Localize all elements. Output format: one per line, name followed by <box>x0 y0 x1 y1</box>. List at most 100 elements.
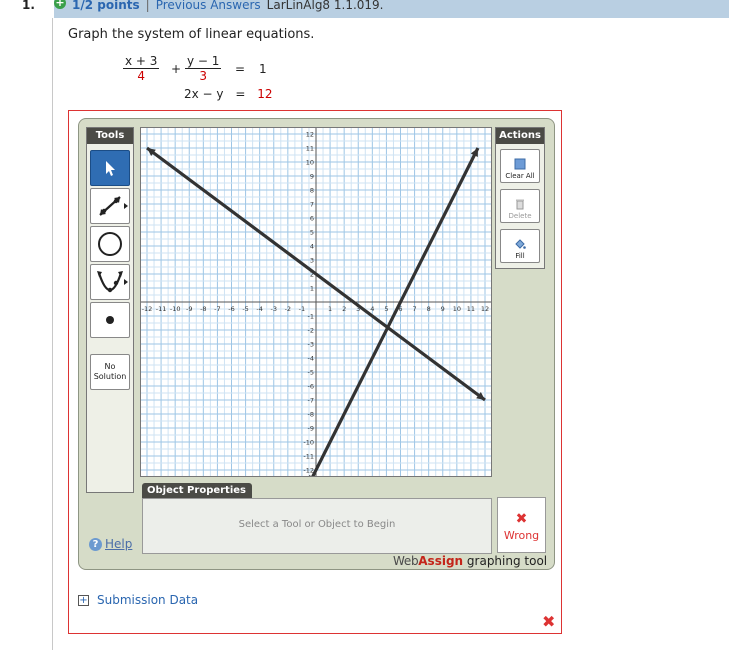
result-text: Wrong <box>503 529 540 542</box>
question-prompt: Graph the system of linear equations. <box>68 27 315 42</box>
pointer-icon <box>106 161 115 176</box>
x-tick-label: -12 <box>142 305 153 313</box>
pointer-tool-button[interactable] <box>90 150 130 186</box>
fraction-1-denominator: 4 <box>137 69 146 83</box>
point-tool-button[interactable] <box>90 302 130 338</box>
submission-data-link[interactable]: Submission Data <box>97 593 198 607</box>
x-tick-label: 11 <box>467 305 475 313</box>
expand-box-icon[interactable]: + <box>78 594 89 606</box>
y-tick-label: -11 <box>303 453 314 461</box>
y-tick-label: 5 <box>310 229 314 237</box>
clear-all-button[interactable]: Clear All <box>500 149 540 183</box>
parabola-icon <box>97 271 123 293</box>
fraction-1-numerator: x + 3 <box>123 54 160 69</box>
fraction-2: y − 1 3 <box>185 54 222 83</box>
x-tick-label: -3 <box>271 305 277 313</box>
x-tick-label: -6 <box>228 305 234 313</box>
y-tick-label: 4 <box>310 243 314 251</box>
y-tick-label: -12 <box>303 467 314 475</box>
x-tick-label: -11 <box>156 305 167 313</box>
fill-button[interactable]: Fill <box>500 229 540 263</box>
x-tick-label: 2 <box>342 305 346 313</box>
y-tick-label: -5 <box>308 369 314 377</box>
wrong-icon: ✖ <box>515 511 528 527</box>
x-tick-label: -4 <box>256 305 262 313</box>
question-number: 1. <box>0 0 54 18</box>
y-tick-label: 1 <box>310 285 314 293</box>
object-properties-tab: Object Properties <box>142 483 252 499</box>
delete-label: Delete <box>508 212 532 220</box>
y-tick-label: -10 <box>303 439 314 447</box>
x-tick-label: -2 <box>285 305 291 313</box>
points-label: 1/2 points <box>72 0 140 12</box>
y-tick-label: 3 <box>310 257 314 265</box>
parabola-tool-button[interactable] <box>90 264 130 300</box>
fill-label: Fill <box>515 252 525 260</box>
paint-bucket-icon <box>515 239 526 249</box>
brand-graphing-tool: graphing tool <box>463 554 548 568</box>
trash-icon <box>516 199 524 210</box>
equation-2: 2x − y = 12 <box>184 87 273 101</box>
x-tick-label: -1 <box>299 305 305 313</box>
submission-data-row[interactable]: + Submission Data <box>78 593 198 607</box>
x-tick-label: -9 <box>186 305 192 313</box>
x-tick-label: 8 <box>427 305 431 313</box>
actions-title: Actions <box>496 128 544 144</box>
y-tick-label: -3 <box>308 341 314 349</box>
y-tick-label: 6 <box>310 215 314 223</box>
y-tick-label: 9 <box>310 173 314 181</box>
equation-2-rhs: 12 <box>257 87 273 101</box>
expand-icon[interactable]: + <box>54 0 66 9</box>
y-tick-label: -6 <box>308 383 314 391</box>
clear-all-icon <box>514 158 526 170</box>
y-tick-label: -2 <box>308 327 314 335</box>
equation-1-rhs: 1 <box>259 62 267 76</box>
object-properties-panel: Select a Tool or Object to Begin <box>142 498 492 554</box>
fraction-2-denominator: 3 <box>199 69 208 83</box>
incorrect-mark-icon: ✖ <box>542 612 556 631</box>
tools-title: Tools <box>87 128 133 144</box>
previous-answers-link[interactable]: Previous Answers <box>156 0 261 11</box>
x-tick-label: 7 <box>413 305 417 313</box>
y-tick-label: 7 <box>310 201 314 209</box>
line-tool-button[interactable] <box>90 188 130 224</box>
fraction-1: x + 3 4 <box>123 54 160 83</box>
circle-icon <box>98 232 122 256</box>
question-id: LarLinAlg8 1.1.019. <box>266 0 384 12</box>
x-tick-label: 5 <box>384 305 388 313</box>
plus-sign: + <box>171 62 182 76</box>
parabola-options-icon <box>124 279 128 285</box>
y-tick-label: -7 <box>308 397 314 405</box>
webassign-brand: WebAssign graphing tool <box>393 554 547 568</box>
help-link-row[interactable]: ? Help <box>89 537 132 551</box>
point-icon <box>106 316 114 324</box>
clear-all-label: Clear All <box>505 172 535 180</box>
separator: | <box>145 0 150 12</box>
equals-sign: = <box>235 62 246 76</box>
x-tick-label: 10 <box>453 305 461 313</box>
y-tick-label: 12 <box>306 131 314 139</box>
y-tick-label: 11 <box>306 145 314 153</box>
fraction-2-numerator: y − 1 <box>185 54 222 69</box>
line-icon <box>99 196 121 216</box>
x-tick-label: 4 <box>370 305 374 313</box>
y-tick-label: 8 <box>310 187 314 195</box>
graph-canvas[interactable]: -12 -11 -10 -9 -8 -7 -6 -5 -4 -3 -2 -1 1 2 3 4 5 6 7 8 9 10 11… <box>140 127 492 485</box>
y-tick-label: -8 <box>308 411 314 419</box>
points-row: + 1/2 points | Previous Answers LarLinAl… <box>54 0 384 18</box>
circle-tool-button[interactable] <box>90 226 130 262</box>
y-tick-label: -4 <box>308 355 314 363</box>
x-tick-label: -5 <box>242 305 248 313</box>
help-link[interactable]: Help <box>105 537 132 551</box>
help-icon: ? <box>89 537 102 551</box>
brand-web: Web <box>393 554 419 568</box>
x-tick-label: -8 <box>200 305 206 313</box>
x-tick-label: 9 <box>441 305 445 313</box>
equation-2-lhs: 2x − y <box>184 87 224 101</box>
tools-palette: Tools No Solution <box>86 127 134 493</box>
left-divider <box>52 18 53 650</box>
no-solution-button[interactable]: No Solution <box>90 354 130 390</box>
y-tick-label: -9 <box>308 425 314 433</box>
object-properties-message: Select a Tool or Object to Begin <box>238 519 396 530</box>
delete-button[interactable]: Delete <box>500 189 540 223</box>
